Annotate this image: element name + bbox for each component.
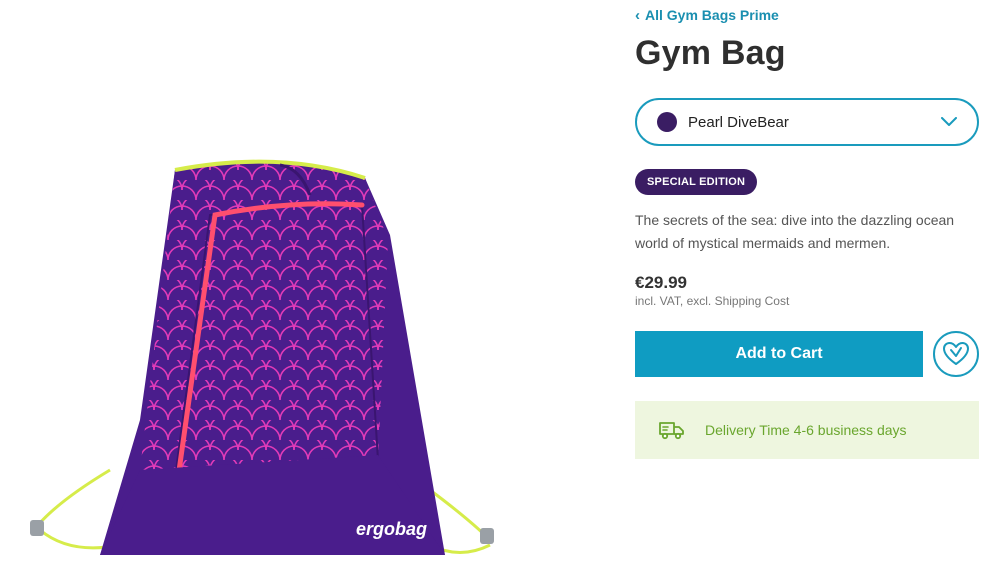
breadcrumb-back-link[interactable]: ‹ All Gym Bags Prime bbox=[635, 7, 779, 23]
add-to-cart-button[interactable]: Add to Cart bbox=[635, 331, 923, 377]
breadcrumb-label: All Gym Bags Prime bbox=[645, 7, 779, 23]
delivery-info: Delivery Time 4-6 business days bbox=[635, 401, 979, 459]
special-edition-badge: SPECIAL EDITION bbox=[635, 169, 758, 195]
color-swatch bbox=[657, 112, 677, 132]
chevron-left-icon: ‹ bbox=[635, 6, 640, 24]
svg-text:ergobag: ergobag bbox=[356, 519, 427, 539]
price-note: incl. VAT, excl. Shipping Cost bbox=[635, 294, 790, 308]
variant-select[interactable]: Pearl DiveBear bbox=[635, 98, 979, 146]
product-description: The secrets of the sea: dive into the da… bbox=[635, 212, 955, 251]
page-title: Gym Bag bbox=[635, 34, 786, 72]
chevron-down-icon bbox=[941, 117, 957, 126]
variant-label: Pearl DiveBear bbox=[688, 113, 789, 131]
product-image: ergobag bbox=[0, 0, 600, 586]
truck-icon bbox=[659, 422, 684, 440]
wishlist-button[interactable] bbox=[933, 331, 979, 377]
delivery-text: Delivery Time 4-6 business days bbox=[705, 422, 907, 438]
product-price: €29.99 bbox=[635, 273, 687, 292]
gym-bag-illustration: ergobag bbox=[30, 159, 494, 555]
heart-icon bbox=[943, 342, 969, 365]
